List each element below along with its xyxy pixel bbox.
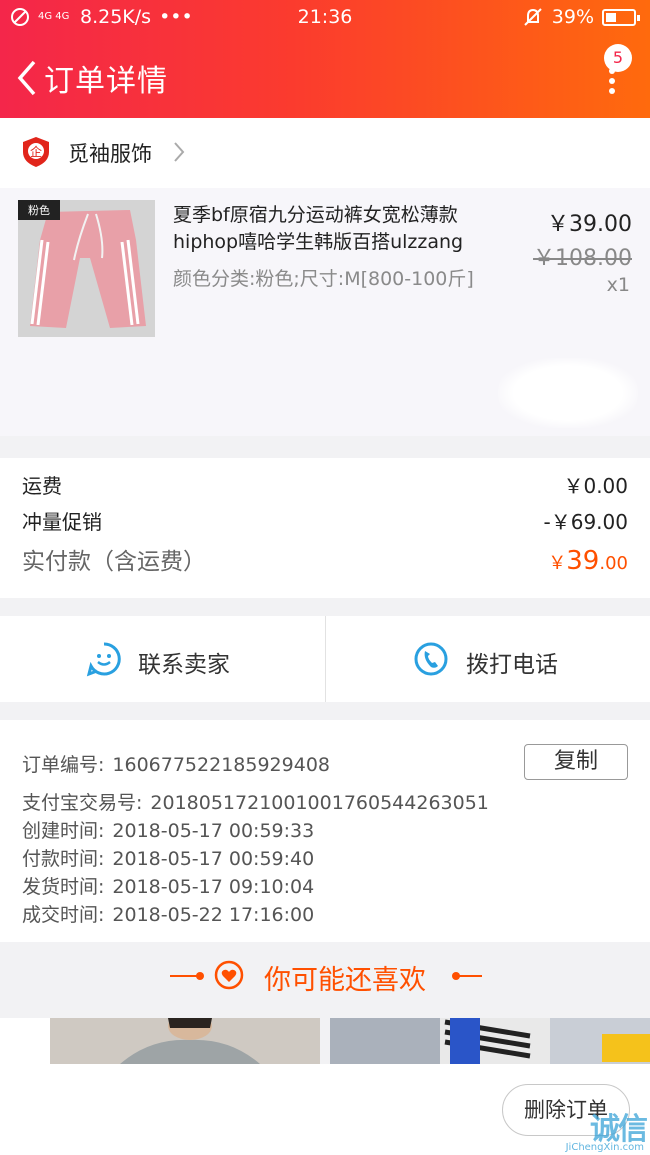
info-label: 发货时间: bbox=[22, 876, 105, 898]
info-row-paid: 付款时间: 2018-05-17 00:59:40 bbox=[22, 844, 314, 871]
status-bar: 4G 4G 8.25K/s ••• 21:36 39% bbox=[0, 0, 650, 36]
recommend-image bbox=[0, 1018, 320, 1064]
call-phone-button[interactable]: 拨打电话 bbox=[325, 616, 650, 702]
shipping-fee-row: 运费 ￥0.00 bbox=[22, 470, 628, 499]
recommend-card[interactable] bbox=[0, 1018, 320, 1064]
product-price: ￥39.00 bbox=[547, 212, 632, 237]
promo-label: 冲量促销 bbox=[22, 510, 102, 534]
enterprise-shop-icon: 企 bbox=[23, 137, 49, 167]
shipped-time: 2018-05-17 09:10:04 bbox=[112, 876, 315, 898]
shop-name[interactable]: 觅袖服饰 bbox=[68, 138, 152, 168]
image-color-tag: 粉色 bbox=[18, 200, 60, 220]
info-row-shipped: 发货时间: 2018-05-17 09:10:04 bbox=[22, 872, 314, 899]
completed-time: 2018-05-22 17:16:00 bbox=[112, 904, 315, 926]
promo-row: 冲量促销 -￥69.00 bbox=[22, 506, 628, 535]
product-image[interactable]: 粉色 bbox=[18, 200, 155, 337]
created-time: 2018-05-17 00:59:33 bbox=[112, 820, 315, 842]
contact-seller-button[interactable]: 联系卖家 bbox=[0, 616, 325, 702]
total-label: 实付款（含运费） bbox=[22, 549, 206, 575]
call-phone-label: 拨打电话 bbox=[466, 652, 558, 678]
original-price: ￥108.00 bbox=[533, 246, 632, 271]
chat-face-icon bbox=[86, 642, 121, 677]
info-label: 创建时间: bbox=[22, 820, 105, 842]
shipping-value: ￥0.00 bbox=[563, 474, 628, 498]
fee-summary: 运费 ￥0.00 冲量促销 -￥69.00 实付款（含运费） ￥39.00 bbox=[0, 458, 650, 598]
shipping-label: 运费 bbox=[22, 474, 62, 498]
info-label: 订单编号: bbox=[22, 754, 105, 776]
message-badge: 5 bbox=[604, 44, 632, 72]
chevron-right-icon bbox=[174, 142, 185, 162]
total-currency: ￥ bbox=[548, 553, 567, 574]
info-label: 成交时间: bbox=[22, 904, 105, 926]
info-row-completed: 成交时间: 2018-05-22 17:16:00 bbox=[22, 900, 314, 927]
recommend-image bbox=[330, 1018, 650, 1064]
phone-icon bbox=[414, 642, 448, 676]
order-number: 160677522185929408 bbox=[112, 754, 330, 776]
recommend-card[interactable] bbox=[330, 1018, 650, 1064]
promo-value: -￥69.00 bbox=[543, 510, 628, 534]
back-arrow-icon[interactable] bbox=[12, 58, 42, 98]
contact-seller-label: 联系卖家 bbox=[138, 652, 230, 678]
pants-illustration bbox=[18, 200, 155, 337]
paid-time: 2018-05-17 00:59:40 bbox=[112, 848, 315, 870]
info-label: 支付宝交易号: bbox=[22, 792, 143, 814]
total-integer: 39 bbox=[566, 546, 600, 576]
mute-bell-icon bbox=[524, 8, 542, 26]
total-value: ￥39.00 bbox=[548, 546, 628, 576]
page-title: 订单详情 bbox=[44, 64, 168, 99]
info-row-created: 创建时间: 2018-05-17 00:59:33 bbox=[22, 816, 314, 843]
order-detail-page: 4G 4G 8.25K/s ••• 21:36 39% 订单详情 5 企 觅袖服… bbox=[0, 0, 650, 1155]
info-row-order-number: 订单编号: 160677522185929408 bbox=[22, 750, 330, 777]
nav-bar: 订单详情 5 bbox=[0, 36, 650, 118]
recommend-cards bbox=[0, 1018, 650, 1064]
battery-icon bbox=[602, 8, 640, 26]
blurred-overlay bbox=[498, 358, 638, 428]
shop-icon-glyph: 企 bbox=[30, 144, 42, 159]
copy-button[interactable]: 复制 bbox=[524, 744, 628, 780]
total-decimal: .00 bbox=[599, 553, 628, 574]
more-menu-icon[interactable] bbox=[608, 68, 616, 94]
total-paid-row: 实付款（含运费） ￥39.00 bbox=[22, 542, 628, 576]
product-quantity: x1 bbox=[606, 274, 630, 296]
product-title[interactable]: 夏季bf原宿九分运动裤女宽松薄款hiphop嘻哈学生韩版百搭ulzzang bbox=[173, 202, 513, 256]
alipay-trade-number: 2018051721001001760544263051 bbox=[150, 792, 489, 814]
recommend-title: 你可能还喜欢 bbox=[264, 965, 426, 996]
recommend-header: 你可能还喜欢 bbox=[0, 944, 650, 1008]
info-label: 付款时间: bbox=[22, 848, 105, 870]
shop-row[interactable]: 企 觅袖服饰 bbox=[0, 118, 650, 188]
product-sku: 颜色分类:粉色;尺寸:M[800-100斤] bbox=[173, 268, 474, 290]
header-background: 4G 4G 8.25K/s ••• 21:36 39% 订单详情 5 bbox=[0, 0, 650, 118]
divider-line bbox=[454, 975, 482, 977]
status-right: 39% bbox=[522, 6, 640, 28]
watermark-url: JiChengXin.com bbox=[565, 1142, 644, 1153]
info-row-alipay: 支付宝交易号: 2018051721001001760544263051 bbox=[22, 788, 489, 815]
product-item[interactable]: 粉色 夏季bf原宿九分运动裤女宽松薄款hiphop嘻哈学生韩版百搭ulzzang… bbox=[0, 188, 650, 436]
order-info: 订单编号: 160677522185929408 复制 支付宝交易号: 201805… bbox=[0, 720, 650, 942]
bottom-action-bar: 删除订单 诚信 JiChengXin.com bbox=[0, 1064, 650, 1155]
contact-bar: 联系卖家 拨打电话 bbox=[0, 616, 650, 702]
battery-percent: 39% bbox=[551, 6, 594, 28]
